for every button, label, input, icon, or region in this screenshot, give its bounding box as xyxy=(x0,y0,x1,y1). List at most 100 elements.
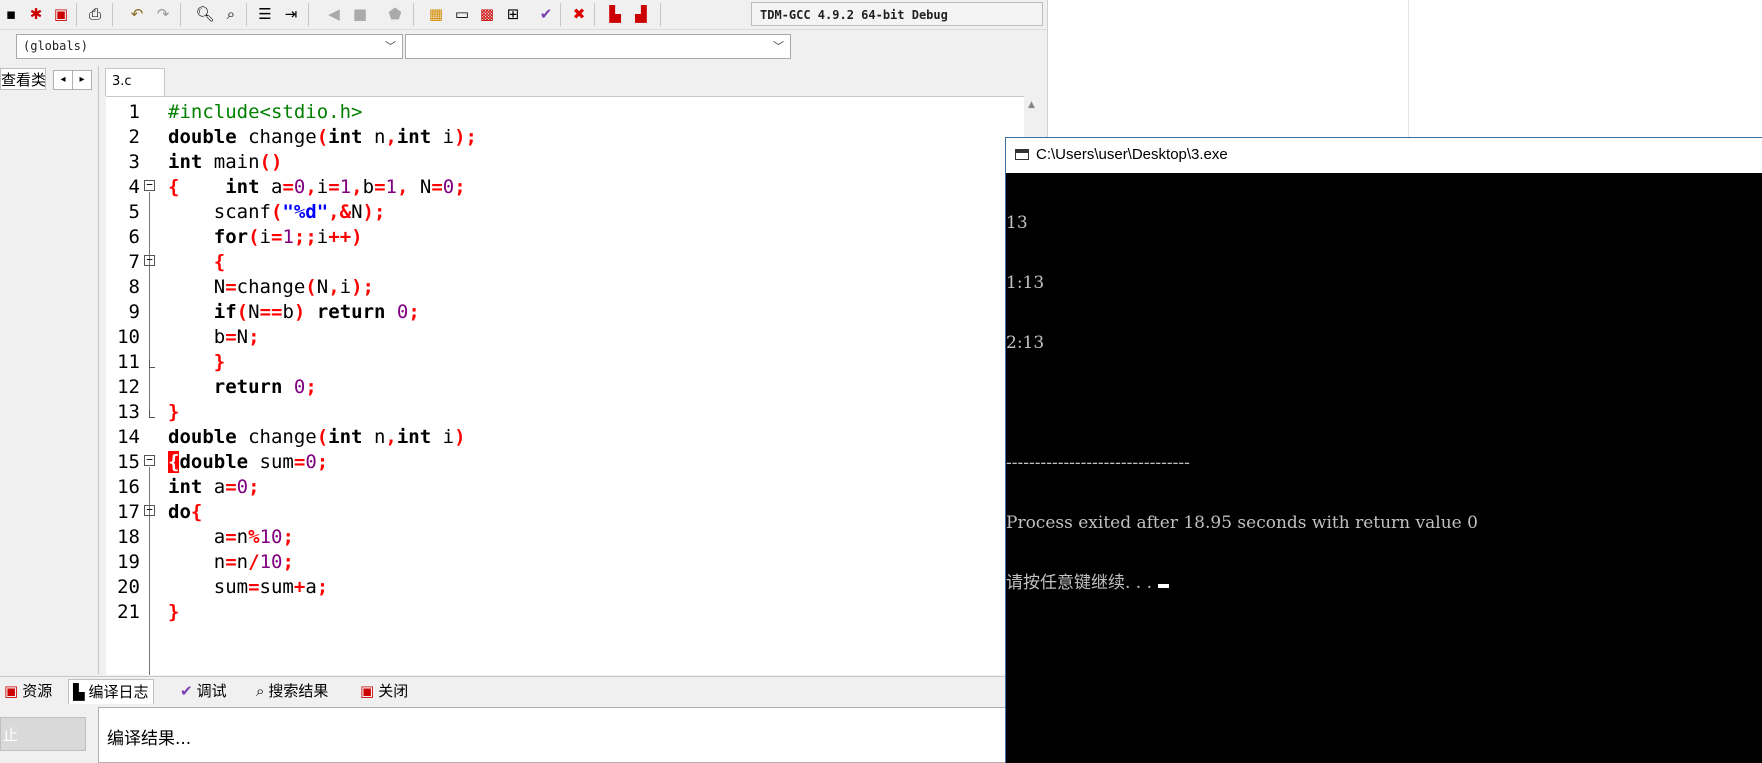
line-gutter: 1 2 3 4 5 6 7 8 9 10 11 12 13 14 15 16 1… xyxy=(106,97,166,675)
compile-icon[interactable]: ▦ xyxy=(425,3,447,25)
tab-compile-log[interactable]: ▙ 编译日志 xyxy=(68,679,154,704)
tab-resources[interactable]: ▣ 资源 xyxy=(0,679,56,703)
fold-toggle-icon[interactable]: − xyxy=(144,254,155,266)
line-number: 18 xyxy=(117,526,140,548)
divider xyxy=(1408,0,1409,137)
close-file-icon[interactable]: ✱ xyxy=(25,3,47,25)
search-icon: ⌕ xyxy=(256,682,265,700)
line-number: 20 xyxy=(117,576,140,598)
new-file-icon[interactable]: ▪ xyxy=(0,3,22,25)
code-line: scanf("%d",&N); xyxy=(168,201,386,223)
stop-button[interactable]: 止 xyxy=(0,717,86,751)
fold-end-icon xyxy=(149,360,155,368)
compiler-select[interactable]: TDM-GCC 4.9.2 64-bit Debug xyxy=(751,2,1043,26)
scroll-up-icon[interactable]: ▲ xyxy=(1028,100,1035,110)
tab-search-results[interactable]: ⌕ 搜索结果 xyxy=(252,679,332,703)
line-number: 8 xyxy=(128,276,140,298)
print-icon[interactable]: ⎙ xyxy=(84,3,106,25)
console-prompt: 请按任意键继续. . . xyxy=(1006,573,1153,593)
run-icon[interactable]: ▭ xyxy=(451,3,473,25)
tab-scroll-left-icon[interactable]: ◂ xyxy=(53,70,73,90)
code-line: int main() xyxy=(168,151,283,173)
line-number: 5 xyxy=(128,201,140,223)
line-number: 19 xyxy=(117,551,140,573)
chart-bars-icon: ▙ xyxy=(73,683,85,701)
console-line: 请按任意键继续. . . xyxy=(1006,573,1762,593)
console-app-icon xyxy=(1015,149,1029,160)
undo-icon[interactable]: ↶ xyxy=(126,3,148,25)
dev-cpp-window: ▪ ✱ ▣ ⎙ ↶ ↷ 🔍︎ ⌕ ☰ ⇥ ◀ ■ ⬟ ▦ ▭ ▩ ⊞ ✔ ✖ ▙… xyxy=(0,0,1048,763)
fold-toggle-icon[interactable]: − xyxy=(144,454,155,466)
tab-debug-label: 调试 xyxy=(196,682,227,700)
tab-close[interactable]: ▣ 关闭 xyxy=(356,679,412,703)
compile-run-icon[interactable]: ▩ xyxy=(476,3,498,25)
code-line: } xyxy=(168,601,180,623)
code-line: n=n/10; xyxy=(168,551,294,573)
compile-result-text: 编译结果... xyxy=(107,729,192,749)
tab-resources-label: 资源 xyxy=(22,682,53,700)
code-line-text: #include<stdio.h> xyxy=(168,101,363,123)
chevron-down-icon: ﹀ xyxy=(773,40,784,53)
tab-compile-log-label: 编译日志 xyxy=(88,683,149,701)
line-number: 6 xyxy=(128,226,140,248)
profile-icon[interactable]: ▙ xyxy=(604,3,626,25)
console-line: 13 xyxy=(1006,213,1028,233)
line-number: 13 xyxy=(117,401,140,423)
fold-toggle-icon[interactable]: − xyxy=(144,504,155,516)
code-line: double change(int n,int i) xyxy=(168,426,466,448)
background-pane xyxy=(1048,0,1762,137)
code-line: { int a=0,i=1,b=1, N=0; xyxy=(168,176,466,198)
line-number: 10 xyxy=(117,326,140,348)
console-line: 1:13 xyxy=(1006,273,1045,293)
code-line: for(i=1;;i++) xyxy=(213,226,363,248)
resources-icon: ▣ xyxy=(4,682,19,700)
console-line: -------------------------------- xyxy=(1006,453,1190,473)
line-number: 9 xyxy=(128,301,140,323)
text-cursor xyxy=(1158,584,1170,588)
close-icon: ▣ xyxy=(360,682,375,700)
compile-result-box: 编译结果... xyxy=(98,707,1047,763)
code-line: } xyxy=(213,351,226,373)
stop-icon[interactable]: ✖ xyxy=(568,3,590,25)
replace-icon[interactable]: ⌕ xyxy=(220,3,242,25)
class-browser-tab[interactable]: 查看类 xyxy=(0,68,46,90)
console-output[interactable]: 13 1:13 2:13 ---------------------------… xyxy=(1006,173,1762,763)
line-number: 12 xyxy=(117,376,140,398)
bookmark-prev-icon[interactable]: ◀ xyxy=(323,3,345,25)
fold-toggle-icon[interactable]: − xyxy=(144,179,155,191)
code-line: { xyxy=(213,251,226,273)
line-number: 2 xyxy=(128,126,140,148)
console-title: C:\Users\user\Desktop\3.exe xyxy=(1036,146,1228,163)
code-line: a=n%10; xyxy=(168,526,294,548)
line-number: 3 xyxy=(128,151,140,173)
tab-debug[interactable]: ✔ 调试 xyxy=(176,679,231,703)
console-title-bar[interactable]: C:\Users\user\Desktop\3.exe xyxy=(1006,137,1762,173)
code-line: int a=0; xyxy=(168,476,260,498)
find-icon[interactable]: 🔍︎ xyxy=(194,3,216,25)
tab-search-results-label: 搜索结果 xyxy=(268,682,329,700)
rebuild-icon[interactable]: ⊞ xyxy=(502,3,524,25)
bookmark-next-icon[interactable]: ■ xyxy=(349,3,371,25)
check-syntax-icon[interactable]: ✔ xyxy=(535,3,557,25)
close-all-icon[interactable]: ▣ xyxy=(50,3,72,25)
toggle-comment-icon[interactable]: ⬟ xyxy=(384,3,406,25)
console-window[interactable]: C:\Users\user\Desktop\3.exe 13 1:13 2:13… xyxy=(1005,137,1762,763)
project-sidebar: 查看类 ◂ ▸ xyxy=(0,66,99,674)
globals-dropdown[interactable]: (globals) ﹀ xyxy=(16,34,403,59)
indent-icon[interactable]: ☰ xyxy=(254,3,276,25)
code-line: N=change(N,i); xyxy=(168,276,374,298)
redo-icon[interactable]: ↷ xyxy=(152,3,174,25)
delete-profile-icon[interactable]: ▟ xyxy=(630,3,652,25)
code-line: {double sum=0; xyxy=(168,451,329,473)
scope-bar: (globals) ﹀ ﹀ xyxy=(0,30,1047,64)
members-dropdown[interactable]: ﹀ xyxy=(405,34,791,59)
chevron-down-icon: ﹀ xyxy=(385,40,396,53)
tab-scroll-right-icon[interactable]: ▸ xyxy=(72,70,92,90)
code-line: do{ xyxy=(168,501,203,523)
line-number: 16 xyxy=(117,476,140,498)
unindent-icon[interactable]: ⇥ xyxy=(280,3,302,25)
line-number: 17 xyxy=(117,501,140,523)
file-tab-3c[interactable]: 3.c xyxy=(105,68,165,96)
code-editor[interactable]: 1 2 3 4 5 6 7 8 9 10 11 12 13 14 15 16 1… xyxy=(106,96,1044,675)
